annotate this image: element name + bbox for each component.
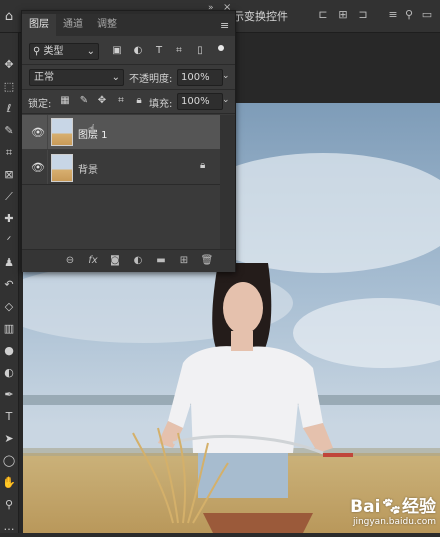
new-group-icon[interactable]: ▬ xyxy=(154,254,168,268)
lock-all-icon[interactable]: 🔒︎ xyxy=(133,95,145,107)
filter-shape-icon[interactable]: ⌗ xyxy=(173,45,185,57)
show-transform-controls-label[interactable]: 示变换控件 xyxy=(233,8,288,24)
align-center-icon[interactable]: ⊞ xyxy=(336,8,350,22)
layer-row-2[interactable]: 👁︎ 背景 🔒︎ xyxy=(22,150,220,184)
layer-thumbnail xyxy=(51,154,73,182)
dodge-tool-icon[interactable]: ◐ xyxy=(0,363,18,383)
watermark-brand-left: Bai xyxy=(350,497,381,517)
search-icon: ⚲ xyxy=(33,46,41,57)
fill-value: 100% xyxy=(181,96,210,107)
baidu-watermark: Bai🐾︎经验 jingyan.baidu.com xyxy=(350,492,436,527)
fill-label: 填充: xyxy=(149,99,173,110)
add-mask-icon[interactable]: ◙ xyxy=(108,254,122,268)
stamp-tool-icon[interactable]: ♟ xyxy=(0,253,18,273)
delete-layer-icon[interactable]: 🗑︎ xyxy=(200,254,214,268)
align-right-icon[interactable]: ⊐ xyxy=(356,8,370,22)
layer-row-1[interactable]: 👁︎ 图层 1 ☝ xyxy=(22,115,220,149)
opacity-label: 不透明度: xyxy=(129,74,173,85)
tab-channels[interactable]: 通道 xyxy=(56,14,90,36)
link-layers-icon[interactable]: ⊖ xyxy=(63,254,77,268)
blend-mode-value: 正常 xyxy=(34,72,54,83)
collapse-panel-icon[interactable]: » xyxy=(208,3,214,13)
fill-field[interactable]: 100% xyxy=(177,93,223,110)
paw-icon: 🐾︎ xyxy=(380,497,402,517)
search-icon[interactable]: ⚲ xyxy=(402,8,416,22)
tab-adjustments[interactable]: 调整 xyxy=(90,14,124,36)
panel-menu-icon[interactable]: ≡ xyxy=(220,19,229,32)
adjustment-layer-icon[interactable]: ◐ xyxy=(131,254,145,268)
divider xyxy=(22,89,235,90)
watermark-url: jingyan.baidu.com xyxy=(352,517,436,527)
lock-transparent-pixels-icon[interactable]: ▦ xyxy=(59,95,71,107)
layer-name[interactable]: 背景 xyxy=(78,161,98,176)
lock-icon: 🔒︎ xyxy=(200,160,206,171)
layer-filter-dropdown[interactable]: ⚲ 类型 ⌄ xyxy=(29,43,99,60)
divider xyxy=(22,64,235,65)
new-layer-icon[interactable]: ⊞ xyxy=(177,254,191,268)
tools-panel: ✥ ⬚ ℓ ✎ ⌗ ⊠ ⟋ ✚ ᐟ ♟ ↶ ◇ ▥ ● ◐ ✒ T ➤ ◯ ✋ … xyxy=(0,33,19,533)
filter-pixel-icon[interactable]: ▣ xyxy=(111,45,123,57)
eraser-tool-icon[interactable]: ◇ xyxy=(0,297,18,317)
zoom-tool-icon[interactable]: ⚲ xyxy=(0,495,18,515)
lasso-tool-icon[interactable]: ℓ xyxy=(0,99,18,119)
history-brush-icon[interactable]: ↶ xyxy=(0,275,18,295)
quick-select-icon[interactable]: ✎ xyxy=(0,121,18,141)
chevron-down-icon: ⌄ xyxy=(111,72,120,83)
lock-label: 锁定: xyxy=(28,99,52,110)
close-panel-icon[interactable]: × xyxy=(223,2,231,13)
layer-filter-label: 类型 xyxy=(43,46,64,57)
gradient-tool-icon[interactable]: ▥ xyxy=(0,319,18,339)
move-tool-icon[interactable]: ✥ xyxy=(0,55,18,75)
divider xyxy=(22,184,220,185)
distribute-icon[interactable]: ≡ xyxy=(386,8,400,22)
blend-mode-dropdown[interactable]: 正常 ⌄ xyxy=(29,69,124,86)
crop-tool-icon[interactable]: ⌗ xyxy=(0,143,18,163)
layer-thumbnail xyxy=(51,118,73,146)
visibility-eye-icon[interactable]: 👁︎ xyxy=(31,126,45,139)
filter-toggle-icon[interactable] xyxy=(218,45,224,51)
divider xyxy=(22,113,235,114)
fx-icon[interactable]: fx xyxy=(86,254,100,268)
brush-tool-icon[interactable]: ᐟ xyxy=(0,231,18,251)
eyedropper-icon[interactable]: ⟋ xyxy=(0,187,18,207)
healing-brush-icon[interactable]: ✚ xyxy=(0,209,18,229)
tab-layers[interactable]: 图层 xyxy=(22,14,56,36)
cursor-hand-icon: ☝ xyxy=(88,122,96,136)
watermark-brand-right: 经验 xyxy=(402,497,436,517)
filter-smart-object-icon[interactable]: ▯ xyxy=(194,45,206,57)
filter-type-icon[interactable]: T xyxy=(153,45,165,57)
layers-scrollbar[interactable] xyxy=(220,115,235,249)
type-tool-icon[interactable]: T xyxy=(0,407,18,427)
fill-chevron-icon[interactable]: ⌄ xyxy=(222,93,232,108)
layers-panel: » × 图层 通道 调整 ≡ ⚲ 类型 ⌄ ▣ ◐ T ⌗ ▯ 正常 ⌄ 不透明… xyxy=(21,2,236,272)
more-tools-icon[interactable]: … xyxy=(0,517,18,537)
frame-tool-icon[interactable]: ⊠ xyxy=(0,165,18,185)
divider xyxy=(47,115,48,149)
filter-adjustment-icon[interactable]: ◐ xyxy=(132,45,144,57)
marquee-tool-icon[interactable]: ⬚ xyxy=(0,77,18,97)
panel-tabs: 图层 通道 调整 ≡ xyxy=(22,14,235,36)
lock-artboard-icon[interactable]: ⌗ xyxy=(115,95,127,107)
path-select-icon[interactable]: ➤ xyxy=(0,429,18,449)
home-icon[interactable]: ⌂ xyxy=(0,0,18,32)
opacity-field[interactable]: 100% xyxy=(177,69,223,86)
pen-tool-icon[interactable]: ✒ xyxy=(0,385,18,405)
hand-tool-icon[interactable]: ✋ xyxy=(0,473,18,493)
divider xyxy=(47,150,48,184)
lock-position-icon[interactable]: ✥ xyxy=(96,95,108,107)
chevron-down-icon: ⌄ xyxy=(86,46,95,57)
blur-tool-icon[interactable]: ● xyxy=(0,341,18,361)
shape-tool-icon[interactable]: ◯ xyxy=(0,451,18,471)
opacity-value: 100% xyxy=(181,72,210,83)
lock-image-pixels-icon[interactable]: ✎ xyxy=(78,95,90,107)
visibility-eye-icon[interactable]: 👁︎ xyxy=(31,161,45,174)
layers-footer: ⊖ fx ◙ ◐ ▬ ⊞ 🗑︎ xyxy=(22,249,235,272)
opacity-chevron-icon[interactable]: ⌄ xyxy=(222,69,232,84)
workspace-icon[interactable]: ▭ xyxy=(420,8,434,22)
align-left-icon[interactable]: ⊏ xyxy=(316,8,330,22)
